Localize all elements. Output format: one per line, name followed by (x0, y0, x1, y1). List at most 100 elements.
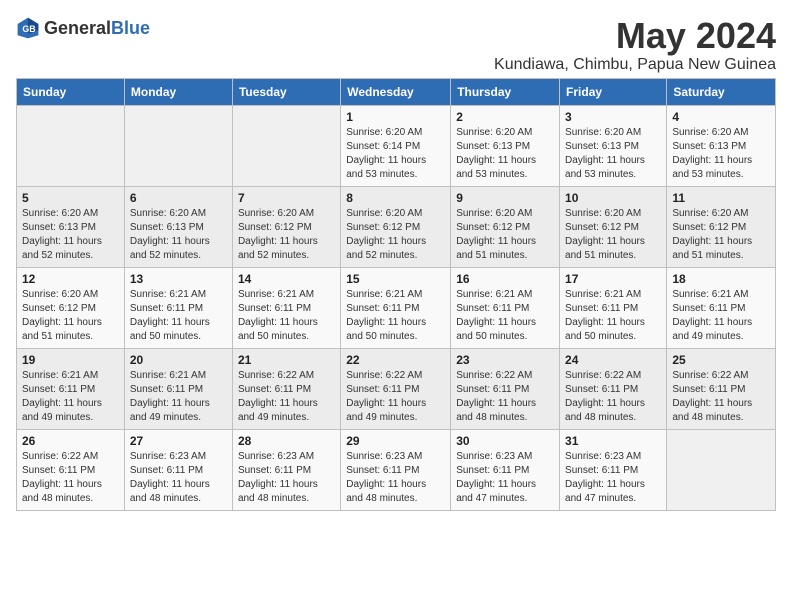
calendar-day-cell: 27Sunrise: 6:23 AM Sunset: 6:11 PM Dayli… (124, 429, 232, 510)
calendar-day-cell: 15 Sunrise: 6:21 AM Sunset: 6:11 PM Dayli… (341, 267, 451, 348)
day-number: 10 (565, 191, 661, 205)
day-info: Sunrise: 6:20 AM Sunset: 6:12 PM Dayligh… (346, 207, 445, 263)
day-number: 30 (456, 434, 554, 448)
calendar-day-cell: 24Sunrise: 6:22 AM Sunset: 6:11 PM Dayli… (560, 348, 667, 429)
day-number: 28 (238, 434, 335, 448)
calendar-day-cell (232, 105, 340, 186)
calendar-day-cell: 5 Sunrise: 6:20 AM Sunset: 6:13 PM Daylig… (17, 186, 125, 267)
day-info: Sunrise: 6:23 AM Sunset: 6:11 PM Dayligh… (565, 450, 661, 506)
day-of-week-header: Monday (124, 78, 232, 105)
calendar-day-cell: 7 Sunrise: 6:20 AM Sunset: 6:12 PM Daylig… (232, 186, 340, 267)
day-info: Sunrise: 6:20 AM Sunset: 6:12 PM Dayligh… (672, 207, 770, 263)
day-number: 25 (672, 353, 770, 367)
calendar-day-cell: 4 Sunrise: 6:20 AM Sunset: 6:13 PM Daylig… (667, 105, 776, 186)
day-number: 19 (22, 353, 119, 367)
day-number: 13 (130, 272, 227, 286)
calendar-day-cell: 10 Sunrise: 6:20 AM Sunset: 6:12 PM Dayli… (560, 186, 667, 267)
day-info: Sunrise: 6:20 AM Sunset: 6:12 PM Dayligh… (565, 207, 661, 263)
day-info: Sunrise: 6:20 AM Sunset: 6:12 PM Dayligh… (238, 207, 335, 263)
day-info: Sunrise: 6:20 AM Sunset: 6:12 PM Dayligh… (456, 207, 554, 263)
calendar-day-cell: 13 Sunrise: 6:21 AM Sunset: 6:11 PM Dayli… (124, 267, 232, 348)
day-of-week-header: Sunday (17, 78, 125, 105)
calendar-day-cell: 14 Sunrise: 6:21 AM Sunset: 6:11 PM Dayli… (232, 267, 340, 348)
calendar-day-cell: 18 Sunrise: 6:21 AM Sunset: 6:11 PM Dayli… (667, 267, 776, 348)
title-area: May 2024 Kundiawa, Chimbu, Papua New Gui… (494, 16, 776, 74)
day-info: Sunrise: 6:20 AM Sunset: 6:13 PM Dayligh… (130, 207, 227, 263)
day-info: Sunrise: 6:23 AM Sunset: 6:11 PM Dayligh… (346, 450, 445, 506)
logo-general-text: General (44, 18, 111, 38)
day-info: Sunrise: 6:22 AM Sunset: 6:11 PM Dayligh… (346, 369, 445, 425)
svg-text:GB: GB (22, 24, 35, 34)
day-number: 20 (130, 353, 227, 367)
day-number: 14 (238, 272, 335, 286)
calendar-day-cell: 9 Sunrise: 6:20 AM Sunset: 6:12 PM Daylig… (451, 186, 560, 267)
calendar-day-cell: 17Sunrise: 6:21 AM Sunset: 6:11 PM Dayli… (560, 267, 667, 348)
calendar-day-cell (17, 105, 125, 186)
day-number: 7 (238, 191, 335, 205)
day-number: 4 (672, 110, 770, 124)
day-info: Sunrise: 6:21 AM Sunset: 6:11 PM Dayligh… (346, 288, 445, 344)
calendar-day-cell: 31 Sunrise: 6:23 AM Sunset: 6:11 PM Dayli… (560, 429, 667, 510)
day-number: 11 (672, 191, 770, 205)
day-number: 29 (346, 434, 445, 448)
calendar-day-cell: 19 Sunrise: 6:21 AM Sunset: 6:11 PM Dayli… (17, 348, 125, 429)
calendar-day-cell: 3 Sunrise: 6:20 AM Sunset: 6:13 PM Daylig… (560, 105, 667, 186)
calendar-day-cell: 2 Sunrise: 6:20 AM Sunset: 6:13 PM Daylig… (451, 105, 560, 186)
calendar-day-cell: 22 Sunrise: 6:22 AM Sunset: 6:11 PM Dayli… (341, 348, 451, 429)
day-info: Sunrise: 6:21 AM Sunset: 6:11 PM Dayligh… (22, 369, 119, 425)
day-of-week-header: Tuesday (232, 78, 340, 105)
calendar-week-row: 1Sunrise: 6:20 AM Sunset: 6:14 PM Daylig… (17, 105, 776, 186)
day-number: 8 (346, 191, 445, 205)
calendar-day-cell (124, 105, 232, 186)
calendar-day-cell: 1Sunrise: 6:20 AM Sunset: 6:14 PM Daylig… (341, 105, 451, 186)
day-info: Sunrise: 6:22 AM Sunset: 6:11 PM Dayligh… (22, 450, 119, 506)
logo: GB GeneralBlue (16, 16, 150, 40)
day-info: Sunrise: 6:23 AM Sunset: 6:11 PM Dayligh… (238, 450, 335, 506)
calendar-week-row: 12Sunrise: 6:20 AM Sunset: 6:12 PM Dayli… (17, 267, 776, 348)
day-info: Sunrise: 6:21 AM Sunset: 6:11 PM Dayligh… (130, 288, 227, 344)
day-info: Sunrise: 6:22 AM Sunset: 6:11 PM Dayligh… (456, 369, 554, 425)
calendar-day-cell: 25Sunrise: 6:22 AM Sunset: 6:11 PM Dayli… (667, 348, 776, 429)
day-info: Sunrise: 6:20 AM Sunset: 6:13 PM Dayligh… (565, 126, 661, 182)
day-number: 3 (565, 110, 661, 124)
calendar-day-cell: 12Sunrise: 6:20 AM Sunset: 6:12 PM Dayli… (17, 267, 125, 348)
calendar-header-row: SundayMondayTuesdayWednesdayThursdayFrid… (17, 78, 776, 105)
calendar-day-cell: 30 Sunrise: 6:23 AM Sunset: 6:11 PM Dayli… (451, 429, 560, 510)
day-number: 22 (346, 353, 445, 367)
day-info: Sunrise: 6:20 AM Sunset: 6:13 PM Dayligh… (672, 126, 770, 182)
day-info: Sunrise: 6:21 AM Sunset: 6:11 PM Dayligh… (238, 288, 335, 344)
generalblue-icon: GB (16, 16, 40, 40)
day-number: 5 (22, 191, 119, 205)
day-number: 31 (565, 434, 661, 448)
day-number: 18 (672, 272, 770, 286)
day-number: 21 (238, 353, 335, 367)
day-number: 15 (346, 272, 445, 286)
day-info: Sunrise: 6:23 AM Sunset: 6:11 PM Dayligh… (456, 450, 554, 506)
day-info: Sunrise: 6:20 AM Sunset: 6:13 PM Dayligh… (456, 126, 554, 182)
day-number: 24 (565, 353, 661, 367)
day-number: 16 (456, 272, 554, 286)
day-number: 23 (456, 353, 554, 367)
calendar-day-cell (667, 429, 776, 510)
day-info: Sunrise: 6:21 AM Sunset: 6:11 PM Dayligh… (456, 288, 554, 344)
day-number: 12 (22, 272, 119, 286)
day-info: Sunrise: 6:21 AM Sunset: 6:11 PM Dayligh… (130, 369, 227, 425)
logo-blue-text: Blue (111, 18, 150, 38)
calendar-week-row: 5 Sunrise: 6:20 AM Sunset: 6:13 PM Daylig… (17, 186, 776, 267)
subtitle: Kundiawa, Chimbu, Papua New Guinea (494, 56, 776, 74)
day-of-week-header: Friday (560, 78, 667, 105)
day-number: 6 (130, 191, 227, 205)
day-info: Sunrise: 6:21 AM Sunset: 6:11 PM Dayligh… (672, 288, 770, 344)
day-of-week-header: Wednesday (341, 78, 451, 105)
day-number: 26 (22, 434, 119, 448)
day-of-week-header: Saturday (667, 78, 776, 105)
day-number: 1 (346, 110, 445, 124)
calendar-day-cell: 26 Sunrise: 6:22 AM Sunset: 6:11 PM Dayli… (17, 429, 125, 510)
day-info: Sunrise: 6:20 AM Sunset: 6:13 PM Dayligh… (22, 207, 119, 263)
day-number: 27 (130, 434, 227, 448)
day-number: 9 (456, 191, 554, 205)
calendar-day-cell: 23 Sunrise: 6:22 AM Sunset: 6:11 PM Dayli… (451, 348, 560, 429)
day-of-week-header: Thursday (451, 78, 560, 105)
day-number: 2 (456, 110, 554, 124)
calendar-day-cell: 16 Sunrise: 6:21 AM Sunset: 6:11 PM Dayli… (451, 267, 560, 348)
